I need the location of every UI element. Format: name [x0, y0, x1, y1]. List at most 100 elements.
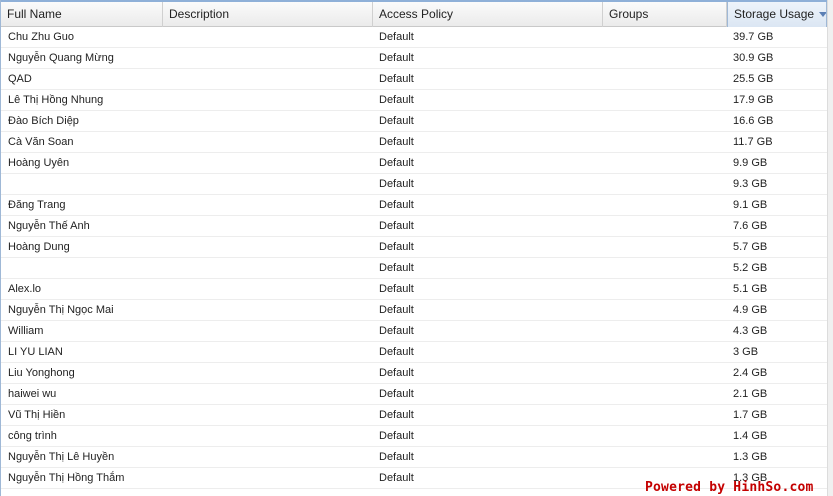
grid-body: Chu Zhu Guo Default 39.7 GB Nguyễn Quang Mừ…	[1, 27, 827, 489]
cell-access-policy: Default	[379, 31, 414, 43]
cell-description	[162, 321, 373, 341]
cell-storage-usage: 3 GB	[733, 346, 759, 358]
cell-description	[162, 153, 373, 173]
cell-groups	[603, 321, 727, 341]
cell-full-name: Nguyễn Thị Hồng Thắm	[8, 472, 125, 484]
table-row[interactable]: Đào Bích Diệp Default 16.6 GB	[1, 111, 827, 132]
table-row[interactable]: Nguyễn Thế Anh Default 7.6 GB	[1, 216, 827, 237]
column-header-full-name[interactable]: Full Name	[1, 2, 163, 27]
table-row[interactable]: Default 9.3 GB	[1, 174, 827, 195]
cell-access-policy: Default	[379, 325, 414, 337]
cell-description	[162, 426, 373, 446]
cell-description	[162, 405, 373, 425]
cell-storage-usage: 1.3 GB	[733, 451, 768, 463]
cell-storage-usage: 4.9 GB	[733, 304, 768, 316]
cell-groups	[603, 27, 727, 47]
cell-description	[162, 174, 373, 194]
cell-description	[162, 342, 373, 362]
column-header-groups[interactable]: Groups	[603, 2, 727, 27]
cell-full-name: Nguyễn Quang Mừng	[8, 52, 114, 64]
table-row[interactable]: William Default 4.3 GB	[1, 321, 827, 342]
cell-access-policy: Default	[379, 136, 414, 148]
users-grid: Full Name Description Access Policy Grou…	[0, 0, 833, 496]
cell-description	[162, 447, 373, 467]
cell-full-name: Đăng Trang	[8, 199, 66, 211]
cell-full-name: Lê Thị Hồng Nhung	[8, 94, 104, 106]
table-row[interactable]: Vũ Thị Hiền Default 1.7 GB	[1, 405, 827, 426]
table-row[interactable]: Chu Zhu Guo Default 39.7 GB	[1, 27, 827, 48]
cell-storage-usage: 17.9 GB	[733, 94, 774, 106]
cell-storage-usage: 9.9 GB	[733, 157, 768, 169]
cell-groups	[603, 363, 727, 383]
cell-description	[162, 384, 373, 404]
cell-groups	[603, 384, 727, 404]
column-header-access-policy[interactable]: Access Policy	[373, 2, 603, 27]
cell-full-name: Nguyễn Thị Ngọc Mai	[8, 304, 114, 316]
chevron-down-icon	[819, 12, 826, 18]
table-row[interactable]: LI YU LIAN Default 3 GB	[1, 342, 827, 363]
cell-access-policy: Default	[379, 73, 414, 85]
cell-access-policy: Default	[379, 472, 414, 484]
column-header-storage-usage[interactable]: Storage Usage	[727, 2, 827, 27]
cell-full-name: Vũ Thị Hiền	[8, 409, 66, 421]
column-header-label: Storage Usage	[734, 7, 815, 21]
table-row[interactable]: công trình Default 1.4 GB	[1, 426, 827, 447]
table-row[interactable]: Liu Yonghong Default 2.4 GB	[1, 363, 827, 384]
cell-groups	[603, 300, 727, 320]
cell-storage-usage: 11.7 GB	[733, 136, 773, 148]
cell-storage-usage: 2.1 GB	[733, 388, 768, 400]
cell-groups	[603, 90, 727, 110]
cell-groups	[603, 342, 727, 362]
cell-full-name: LI YU LIAN	[8, 346, 63, 358]
cell-description	[162, 237, 373, 257]
vertical-scrollbar[interactable]	[827, 0, 833, 496]
table-row[interactable]: Default 5.2 GB	[1, 258, 827, 279]
cell-description	[162, 279, 373, 299]
table-row[interactable]: Hoàng Dung Default 5.7 GB	[1, 237, 827, 258]
cell-access-policy: Default	[379, 178, 414, 190]
cell-access-policy: Default	[379, 199, 414, 211]
column-header-label: Full Name	[7, 7, 62, 21]
table-row[interactable]: Cà Văn Soan Default 11.7 GB	[1, 132, 827, 153]
cell-full-name: Hoàng Uyên	[8, 157, 70, 169]
table-row[interactable]: Nguyễn Thị Lê Huyền Default 1.3 GB	[1, 447, 827, 468]
cell-full-name: Chu Zhu Guo	[8, 31, 75, 43]
cell-full-name	[1, 174, 162, 194]
cell-groups	[603, 216, 727, 236]
cell-storage-usage: 25.5 GB	[733, 73, 774, 85]
cell-storage-usage: 5.1 GB	[733, 283, 768, 295]
cell-description	[162, 132, 373, 152]
cell-groups	[603, 195, 727, 215]
column-header-label: Description	[169, 7, 230, 21]
cell-full-name: Liu Yonghong	[8, 367, 75, 379]
table-row[interactable]: Lê Thị Hồng Nhung Default 17.9 GB	[1, 90, 827, 111]
cell-storage-usage: 9.3 GB	[733, 178, 768, 190]
table-row[interactable]: QAD Default 25.5 GB	[1, 69, 827, 90]
cell-groups	[603, 132, 727, 152]
table-row[interactable]: Đăng Trang Default 9.1 GB	[1, 195, 827, 216]
cell-description	[162, 90, 373, 110]
table-row[interactable]: Nguyễn Quang Mừng Default 30.9 GB	[1, 48, 827, 69]
cell-access-policy: Default	[379, 409, 414, 421]
cell-full-name: William	[8, 325, 44, 337]
cell-description	[162, 216, 373, 236]
cell-groups	[603, 279, 727, 299]
cell-access-policy: Default	[379, 430, 414, 442]
cell-description	[162, 27, 373, 47]
cell-full-name: công trình	[8, 430, 57, 442]
cell-groups	[603, 153, 727, 173]
cell-access-policy: Default	[379, 157, 414, 169]
cell-groups	[603, 48, 727, 68]
cell-groups	[603, 111, 727, 131]
table-row[interactable]: haiwei wu Default 2.1 GB	[1, 384, 827, 405]
table-row[interactable]: Hoàng Uyên Default 9.9 GB	[1, 153, 827, 174]
cell-access-policy: Default	[379, 283, 414, 295]
cell-storage-usage: 16.6 GB	[733, 115, 774, 127]
table-row[interactable]: Nguyễn Thị Ngọc Mai Default 4.9 GB	[1, 300, 827, 321]
column-header-description[interactable]: Description	[163, 2, 373, 27]
table-row[interactable]: Alex.lo Default 5.1 GB	[1, 279, 827, 300]
cell-storage-usage: 1.7 GB	[733, 409, 768, 421]
cell-access-policy: Default	[379, 451, 414, 463]
cell-access-policy: Default	[379, 346, 414, 358]
cell-description	[162, 111, 373, 131]
